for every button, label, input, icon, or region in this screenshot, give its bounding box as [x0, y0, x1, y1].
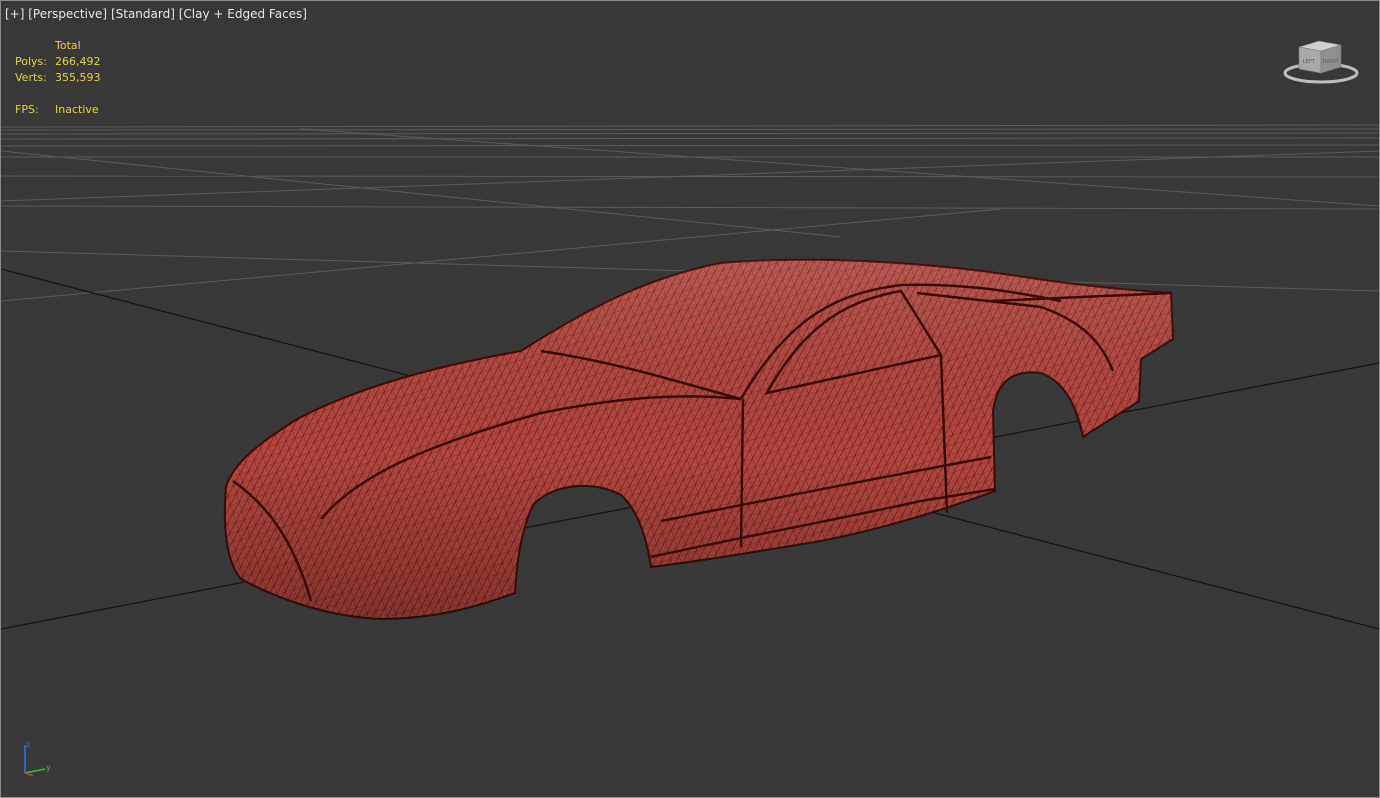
- axis-x-line: [24, 772, 34, 777]
- stats-fps-value: Inactive: [55, 103, 99, 116]
- viewport-scene[interactable]: [1, 1, 1379, 797]
- stats-fps-label: FPS:: [15, 103, 39, 116]
- viewcube-left-label: LEFT: [1303, 59, 1316, 65]
- viewport-shading-menu[interactable]: [Clay + Edged Faces]: [179, 7, 307, 21]
- stats-total-header: Total: [55, 39, 81, 52]
- viewport-label-menu[interactable]: [+] [Perspective] [Standard] [Clay + Edg…: [5, 7, 307, 21]
- viewport-point-of-view-menu[interactable]: [Perspective]: [28, 7, 107, 21]
- viewcube-icon[interactable]: LEFT RIGHT: [1281, 37, 1361, 87]
- viewcube-right-label: RIGHT: [1323, 59, 1340, 65]
- axis-tripod-icon: z y: [24, 740, 51, 777]
- stats-verts-label: Verts:: [15, 71, 47, 84]
- stats-polys-label: Polys:: [15, 55, 47, 68]
- viewport-general-menu[interactable]: [+]: [5, 7, 24, 21]
- perspective-viewport[interactable]: [+] [Perspective] [Standard] [Clay + Edg…: [0, 0, 1380, 798]
- axis-y-line: [24, 768, 46, 774]
- stats-polys-value: 266,492: [55, 55, 101, 68]
- stats-verts-value: 355,593: [55, 71, 101, 84]
- axis-y-label: y: [46, 763, 51, 772]
- axis-z-label: z: [26, 740, 30, 749]
- viewport-standard-menu[interactable]: [Standard]: [111, 7, 175, 21]
- car-body-mesh[interactable]: [223, 258, 1175, 621]
